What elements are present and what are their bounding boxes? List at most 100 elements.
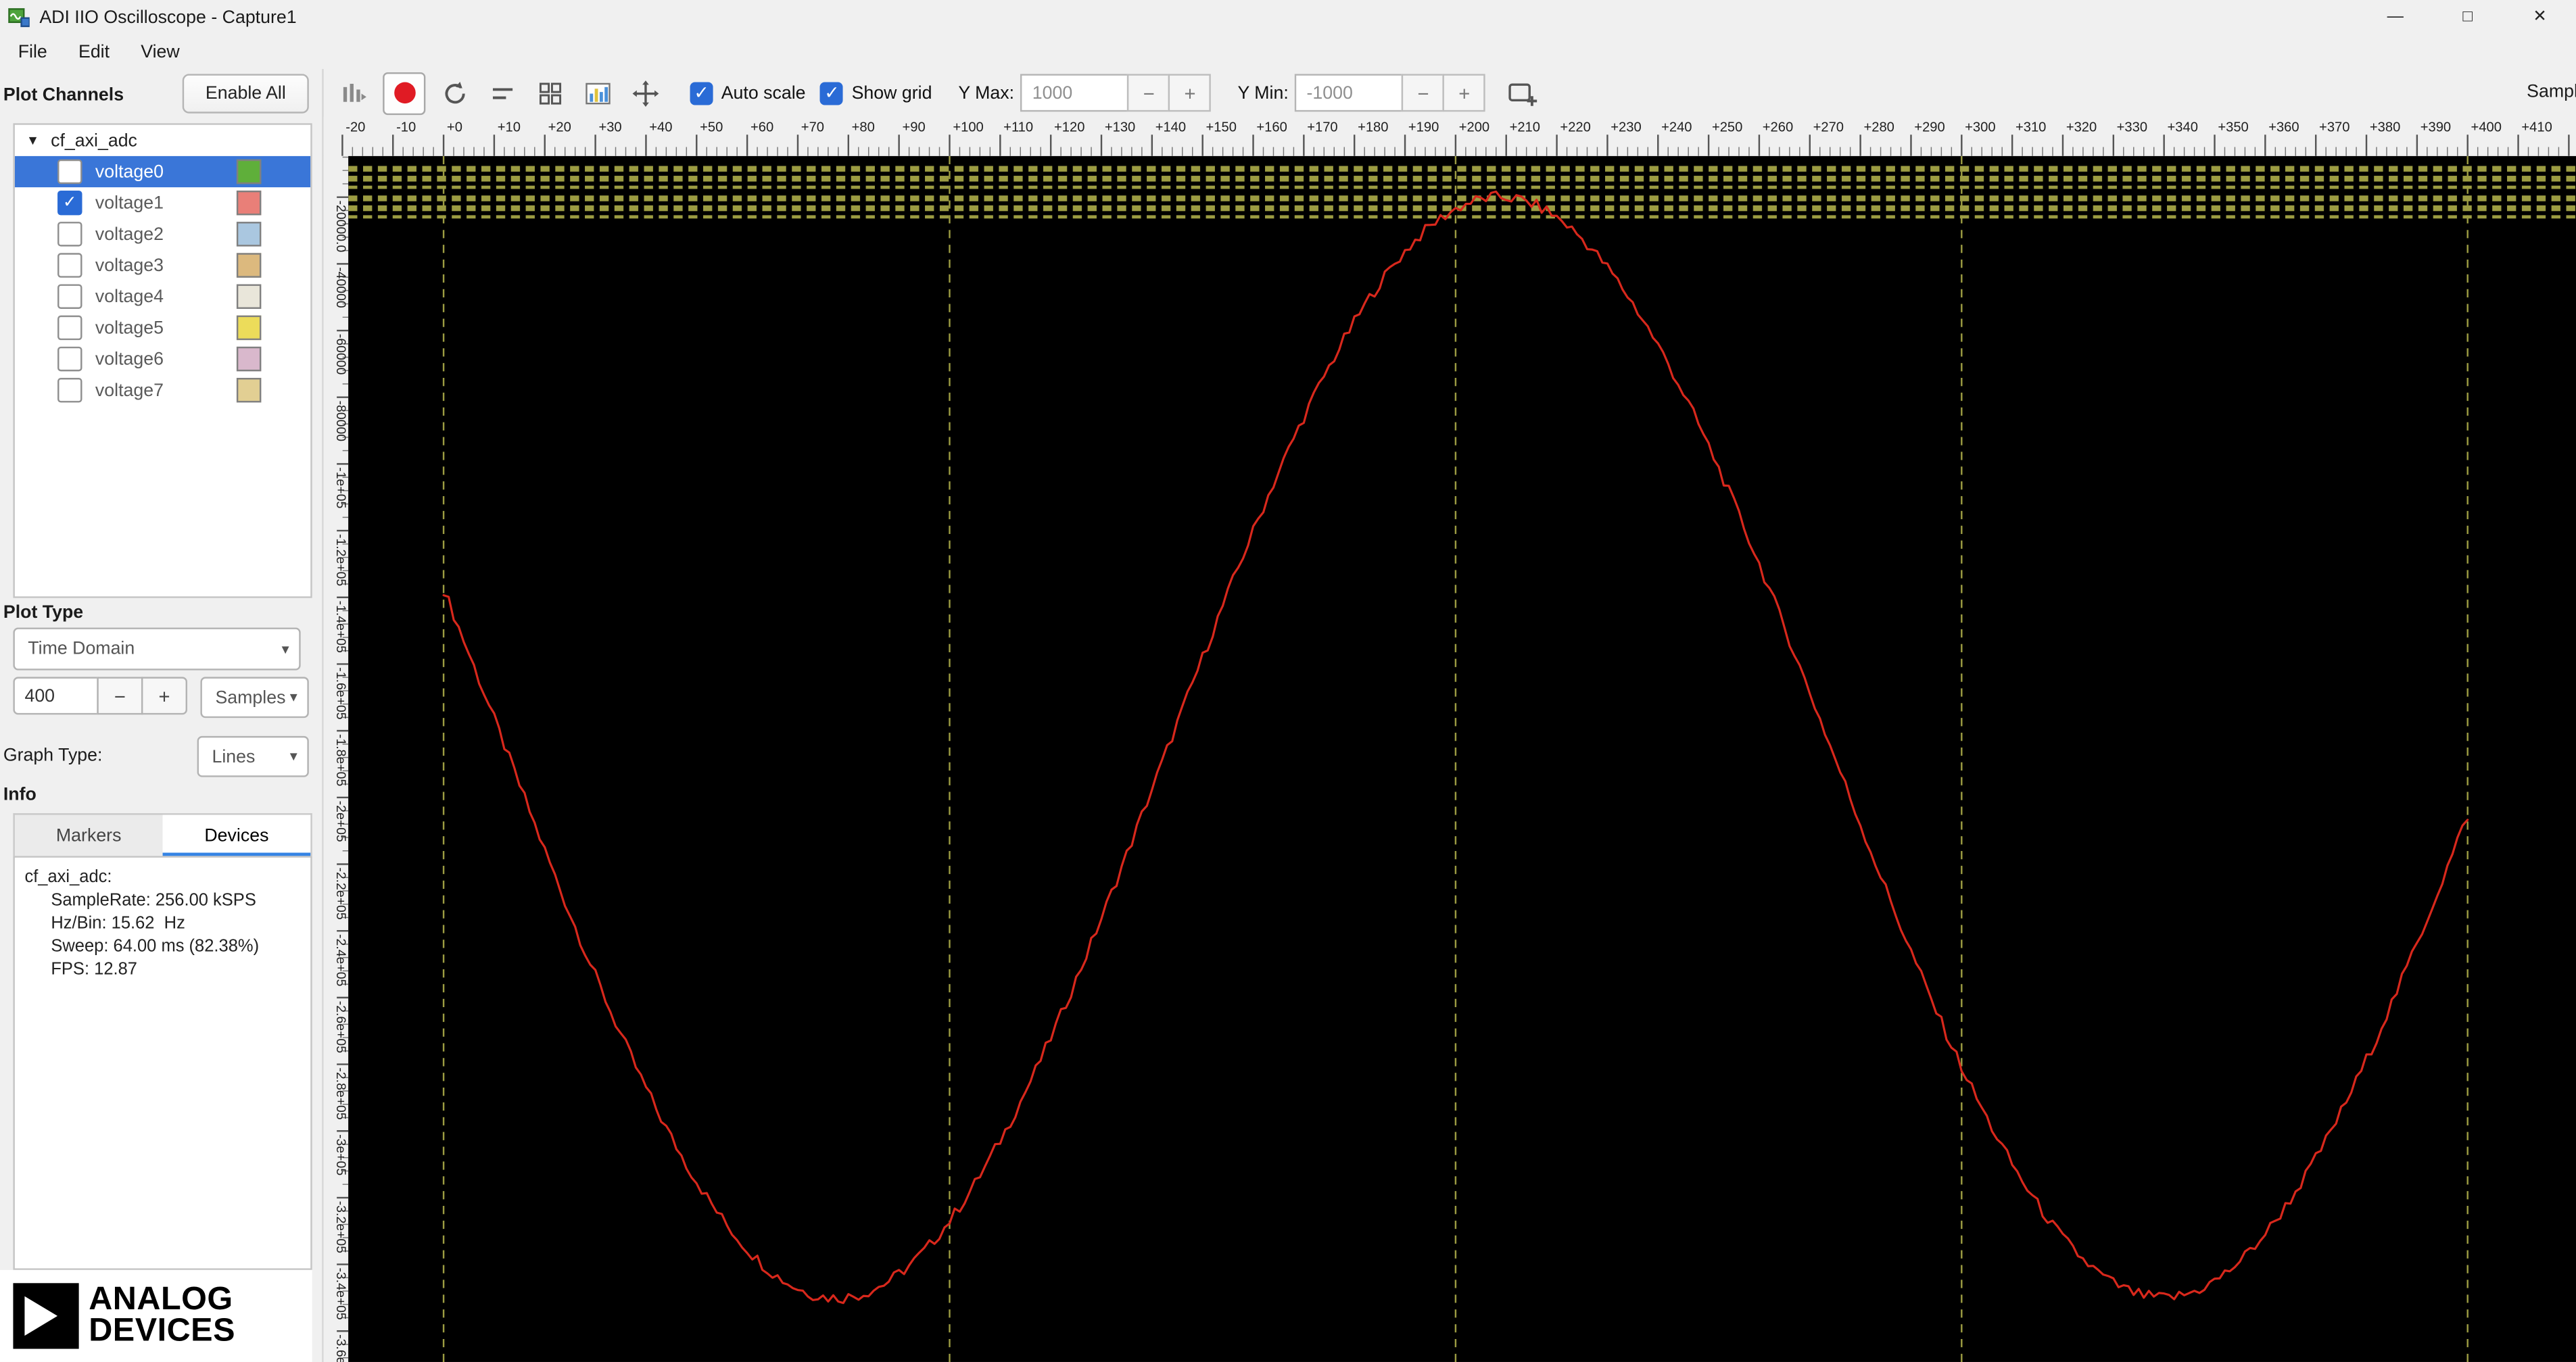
buffer-settings-icon[interactable] (335, 75, 371, 111)
channel-row-voltage2[interactable]: voltage2 (15, 218, 310, 249)
markers-icon[interactable] (485, 75, 521, 111)
channel-color-swatch[interactable] (236, 222, 262, 247)
channel-color-swatch[interactable] (236, 346, 262, 372)
channel-label: voltage1 (95, 193, 164, 213)
channel-row-voltage4[interactable]: voltage4 (15, 281, 310, 312)
svg-text:+360: +360 (2268, 120, 2299, 135)
svg-text:+390: +390 (2420, 120, 2451, 135)
channel-checkbox[interactable] (57, 159, 82, 185)
channel-color-swatch[interactable] (236, 159, 262, 185)
auto-scale-checkbox[interactable]: ✓ (690, 81, 713, 105)
svg-text:-3.4e+05: -3.4e+05 (333, 1267, 348, 1319)
menu-file[interactable]: File (3, 37, 64, 67)
svg-text:+170: +170 (1307, 120, 1337, 135)
svg-text:-3.2e+05: -3.2e+05 (333, 1201, 348, 1253)
tab-markers[interactable]: Markers (15, 815, 163, 858)
new-plot-button[interactable] (1506, 75, 1542, 111)
svg-text:+330: +330 (2117, 120, 2147, 135)
menu-view[interactable]: View (126, 37, 196, 67)
maximize-button[interactable]: □ (2431, 0, 2504, 34)
chevron-down-icon: ▾ (289, 747, 297, 764)
channel-row-voltage0[interactable]: voltage0 (14, 155, 311, 188)
svg-text:+220: +220 (1560, 120, 1590, 135)
svg-text:+300: +300 (1965, 120, 1995, 135)
y-min-plus-button[interactable]: + (1443, 74, 1486, 112)
svg-text:-1.8e+05: -1.8e+05 (333, 734, 348, 786)
svg-text:-2.6e+05: -2.6e+05 (333, 1001, 348, 1053)
channel-checkbox[interactable] (57, 315, 82, 341)
channel-checkbox[interactable] (57, 284, 82, 309)
minimize-button[interactable]: — (2359, 0, 2431, 34)
svg-text:+50: +50 (700, 120, 723, 135)
channel-label: voltage4 (95, 287, 164, 307)
y-max-input[interactable] (1020, 74, 1130, 112)
svg-text:-20000.0: -20000.0 (333, 201, 348, 253)
channel-color-swatch[interactable] (236, 284, 262, 309)
window-title: ADI IIO Oscilloscope - Capture1 (39, 7, 297, 28)
sample-count-input[interactable] (13, 677, 99, 715)
y-max-plus-button[interactable]: + (1168, 74, 1212, 112)
channel-label: voltage0 (95, 162, 164, 182)
menu-edit[interactable]: Edit (64, 37, 126, 67)
svg-text:-3.6e+05: -3.6e+05 (333, 1334, 348, 1362)
svg-text:+270: +270 (1813, 120, 1844, 135)
channel-checkbox[interactable] (57, 222, 82, 247)
show-grid-checkbox[interactable]: ✓ (820, 81, 844, 105)
svg-text:+60: +60 (750, 120, 773, 135)
sample-count-plus-button[interactable]: + (141, 677, 188, 715)
capture-record-button[interactable] (383, 71, 426, 114)
channel-color-swatch[interactable] (236, 378, 262, 403)
channel-checkbox[interactable]: ✓ (57, 190, 82, 216)
channel-color-swatch[interactable] (236, 253, 262, 278)
channel-checkbox[interactable] (57, 346, 82, 372)
channel-row-voltage7[interactable]: voltage7 (15, 374, 310, 406)
svg-text:+370: +370 (2319, 120, 2350, 135)
device-info-line: FPS: 12.87 (51, 959, 137, 979)
channel-color-swatch[interactable] (236, 190, 262, 216)
grid-view-icon[interactable] (532, 75, 568, 111)
channel-row-voltage6[interactable]: voltage6 (15, 343, 310, 374)
svg-text:+380: +380 (2370, 120, 2400, 135)
svg-text:+160: +160 (1256, 120, 1287, 135)
plot-type-select[interactable]: Time Domain ▾ (13, 627, 301, 671)
pan-zoom-icon[interactable] (627, 75, 663, 111)
channel-color-swatch[interactable] (236, 315, 262, 341)
svg-text:+280: +280 (1863, 120, 1894, 135)
channel-checkbox[interactable] (57, 378, 82, 403)
svg-text:+30: +30 (598, 120, 621, 135)
y-max-minus-button[interactable]: − (1127, 74, 1170, 112)
plot-channels-label: Plot Channels (3, 85, 124, 105)
device-info-line: Sweep: 64.00 ms (82.38%) (51, 936, 260, 956)
svg-text:+250: +250 (1712, 120, 1742, 135)
svg-text:+130: +130 (1105, 120, 1135, 135)
channel-row-voltage5[interactable]: voltage5 (15, 312, 310, 343)
svg-text:-1.4e+05: -1.4e+05 (333, 601, 348, 653)
brand-logo: ANALOG DEVICES (0, 1269, 312, 1362)
channel-row-voltage1[interactable]: ✓ voltage1 (15, 187, 310, 218)
tree-expander-icon[interactable]: ▼ (26, 133, 39, 148)
single-shot-icon[interactable] (437, 75, 473, 111)
y-min-minus-button[interactable]: − (1402, 74, 1445, 112)
graph-type-label: Graph Type: (3, 746, 103, 766)
tab-devices[interactable]: Devices (162, 814, 311, 858)
sample-count-minus-button[interactable]: − (97, 677, 143, 715)
fft-plot-icon[interactable] (580, 75, 616, 111)
graph-type-select[interactable]: Lines ▾ (197, 735, 309, 777)
svg-text:+320: +320 (2066, 120, 2097, 135)
main-area: ✓ Auto scale ✓ Show grid Y Max: − + Y Mi… (322, 69, 2576, 1362)
y-min-input[interactable] (1295, 74, 1404, 112)
window-controls: — □ ✕ (2359, 0, 2576, 34)
svg-text:-10: -10 (396, 120, 416, 135)
channel-label: voltage5 (95, 318, 164, 338)
plot-canvas[interactable] (348, 155, 2576, 1362)
channel-label: voltage2 (95, 224, 164, 244)
channel-row-voltage3[interactable]: voltage3 (15, 249, 310, 281)
svg-text:+80: +80 (852, 120, 875, 135)
sample-unit-select[interactable]: Samples ▾ (200, 677, 309, 719)
enable-all-button[interactable]: Enable All (182, 74, 309, 114)
svg-text:-2.2e+05: -2.2e+05 (333, 867, 348, 919)
channel-checkbox[interactable] (57, 253, 82, 278)
device-group-row[interactable]: ▼ cf_axi_adc (15, 125, 310, 156)
close-button[interactable]: ✕ (2504, 0, 2576, 34)
svg-text:+230: +230 (1611, 120, 1641, 135)
